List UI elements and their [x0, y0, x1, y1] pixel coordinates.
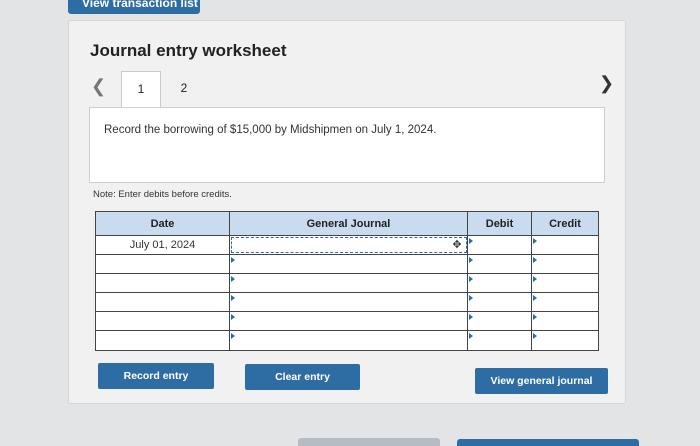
general-journal-input[interactable]	[230, 255, 468, 273]
dropdown-marker-icon	[469, 276, 473, 282]
credit-input[interactable]	[532, 274, 598, 292]
dropdown-marker-icon	[469, 314, 473, 320]
table-row	[96, 331, 598, 350]
general-journal-input[interactable]	[230, 293, 468, 311]
prompt-box: Record the borrowing of $15,000 by Midsh…	[89, 107, 605, 183]
dropdown-marker-icon	[469, 333, 473, 339]
table-header: Date General Journal Debit Credit	[96, 212, 598, 236]
chevron-right-icon[interactable]: ❯	[599, 72, 614, 94]
header-debit: Debit	[468, 212, 532, 235]
date-cell[interactable]	[96, 293, 230, 311]
dropdown-marker-icon	[231, 314, 235, 320]
dropdown-marker-icon	[533, 333, 537, 339]
debit-input[interactable]	[468, 236, 532, 254]
tab-2[interactable]: 2	[169, 71, 199, 103]
header-date: Date	[96, 212, 230, 235]
record-entry-button[interactable]: Record entry	[98, 363, 214, 389]
journal-table: Date General Journal Debit Credit July 0…	[95, 211, 599, 351]
journal-entry-panel: Journal entry worksheet ❮ 1 2 ❯ Record t…	[68, 20, 626, 404]
general-journal-input[interactable]: ✥	[230, 236, 468, 254]
clear-entry-button[interactable]: Clear entry	[245, 364, 360, 390]
debit-input[interactable]	[468, 255, 532, 273]
table-row	[96, 274, 598, 293]
date-cell[interactable]	[96, 274, 230, 292]
debit-input[interactable]	[468, 312, 532, 330]
dropdown-marker-icon	[469, 295, 473, 301]
credit-input[interactable]	[532, 293, 598, 311]
credit-input[interactable]	[532, 312, 598, 330]
dropdown-marker-icon	[469, 257, 473, 263]
table-row: July 01, 2024 ✥	[96, 236, 598, 255]
credit-input[interactable]	[532, 331, 598, 350]
general-journal-input[interactable]	[230, 274, 468, 292]
tab-1[interactable]: 1	[121, 71, 161, 109]
table-row	[96, 293, 598, 312]
header-general-journal: General Journal	[230, 212, 468, 235]
prompt-text: Record the borrowing of $15,000 by Midsh…	[104, 124, 437, 136]
move-cursor-icon: ✥	[452, 239, 462, 251]
credit-input[interactable]	[532, 255, 598, 273]
dropdown-marker-icon	[231, 295, 235, 301]
date-cell: July 01, 2024	[96, 236, 230, 254]
dropdown-marker-icon	[533, 238, 537, 244]
dropdown-marker-icon	[533, 257, 537, 263]
bottom-button-partial[interactable]	[457, 439, 639, 446]
view-transaction-list-button[interactable]: View transaction list	[68, 0, 200, 14]
header-credit: Credit	[549, 217, 581, 230]
dropdown-marker-icon	[533, 314, 537, 320]
dropdown-marker-icon	[469, 238, 473, 244]
bottom-button-partial[interactable]	[298, 438, 440, 446]
general-journal-input[interactable]	[230, 312, 468, 330]
note-text: Note: Enter debits before credits.	[93, 189, 232, 200]
date-cell[interactable]	[96, 255, 230, 273]
credit-input[interactable]	[532, 236, 598, 254]
table-row	[96, 312, 598, 331]
debit-input[interactable]	[468, 274, 532, 292]
dropdown-marker-icon	[231, 276, 235, 282]
dropdown-marker-icon	[231, 333, 235, 339]
date-cell[interactable]	[96, 331, 230, 350]
debit-input[interactable]	[468, 293, 532, 311]
general-journal-input[interactable]	[230, 331, 468, 350]
dropdown-marker-icon	[231, 257, 235, 263]
date-cell[interactable]	[96, 312, 230, 330]
table-row	[96, 255, 598, 274]
dropdown-marker-icon	[533, 295, 537, 301]
dropdown-marker-icon	[533, 276, 537, 282]
view-general-journal-button[interactable]: View general journal	[475, 368, 608, 394]
debit-input[interactable]	[468, 331, 532, 350]
page-title: Journal entry worksheet	[90, 41, 287, 60]
chevron-left-icon[interactable]: ❮	[91, 77, 106, 95]
